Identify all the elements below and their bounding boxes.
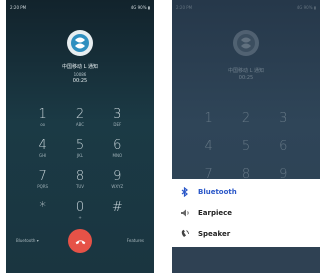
caller-number: 10086 — [73, 72, 87, 77]
key-3[interactable]: 3 — [265, 112, 302, 134]
end-call-button[interactable] — [68, 229, 92, 253]
key-6[interactable]: 6 MNO — [99, 139, 136, 161]
caller-name: 中国移动 L 通知 — [228, 68, 264, 74]
key-8[interactable]: 8 TUV — [61, 170, 98, 192]
carrier-logo-icon — [237, 34, 255, 52]
status-indicators: 4G 90% ▮ — [130, 4, 150, 10]
key-5[interactable]: 5 JKL — [61, 139, 98, 161]
speaker-icon — [178, 229, 192, 239]
earpiece-icon — [178, 208, 192, 218]
features-button[interactable]: Features — [127, 238, 144, 243]
audio-option-label: Speaker — [198, 230, 231, 238]
call-info: 中国移动 L 通知 00:25 — [172, 68, 320, 82]
key-1[interactable]: 1 ᴏᴏ — [24, 108, 61, 130]
key-4[interactable]: 4 — [190, 140, 227, 162]
audio-output-menu: Bluetooth Earpiece Speaker — [172, 179, 320, 247]
key-2[interactable]: 2 — [227, 112, 264, 134]
call-duration: 00:25 — [72, 78, 88, 84]
audio-option-earpiece[interactable]: Earpiece — [178, 203, 320, 223]
status-time: 2:20 PM — [10, 4, 27, 10]
audio-route-button[interactable]: Bluetooth ▾ — [16, 238, 39, 243]
key-hash[interactable]: # — [99, 201, 136, 223]
audio-option-bluetooth[interactable]: Bluetooth — [178, 182, 320, 202]
key-5[interactable]: 5 — [227, 140, 264, 162]
call-info: 中国移动 L 通知 10086 00:25 — [6, 64, 154, 85]
hang-up-icon — [75, 239, 85, 244]
key-7[interactable]: 7 PQRS — [24, 170, 61, 192]
caller-avatar — [233, 30, 259, 56]
carrier-logo-icon — [71, 34, 89, 52]
caller-name: 中国移动 L 通知 — [62, 64, 98, 70]
key-1[interactable]: 1 — [190, 112, 227, 134]
status-time: 2:20 PM — [176, 4, 193, 10]
key-6[interactable]: 6 — [265, 140, 302, 162]
audio-option-label: Bluetooth — [198, 188, 237, 196]
call-duration: 00:25 — [238, 75, 254, 81]
in-call-screen-audio-menu: 2:20 PM 4G 90% ▮ 中国移动 L 通知 00:25 1 2 3 4… — [172, 0, 320, 273]
in-call-screen: 2:20 PM 4G 90% ▮ 中国移动 L 通知 10086 00:25 1… — [6, 0, 154, 273]
key-9[interactable]: 9 WXYZ — [99, 170, 136, 192]
audio-option-label: Earpiece — [198, 209, 233, 217]
caller-avatar — [67, 30, 93, 56]
dial-keypad: 1 ᴏᴏ 2 ABC 3 DEF 4 GHI 5 JKL 6 MNO 7 PQRS 8 TUV … — [24, 108, 136, 223]
key-2[interactable]: 2 ABC — [61, 108, 98, 130]
audio-option-speaker[interactable]: Speaker — [178, 224, 320, 244]
key-star[interactable]: * — [24, 201, 61, 223]
dimmed-call-controls — [172, 247, 320, 273]
status-indicators: 4G 90% ▮ — [296, 4, 316, 10]
call-controls: Bluetooth ▾ Features — [6, 229, 154, 253]
key-3[interactable]: 3 DEF — [99, 108, 136, 130]
status-bar: 2:20 PM 4G 90% ▮ — [10, 3, 150, 11]
status-bar: 2:20 PM 4G 90% ▮ — [176, 3, 316, 11]
bluetooth-icon — [178, 187, 192, 197]
key-0[interactable]: 0 + — [61, 201, 98, 223]
key-4[interactable]: 4 GHI — [24, 139, 61, 161]
